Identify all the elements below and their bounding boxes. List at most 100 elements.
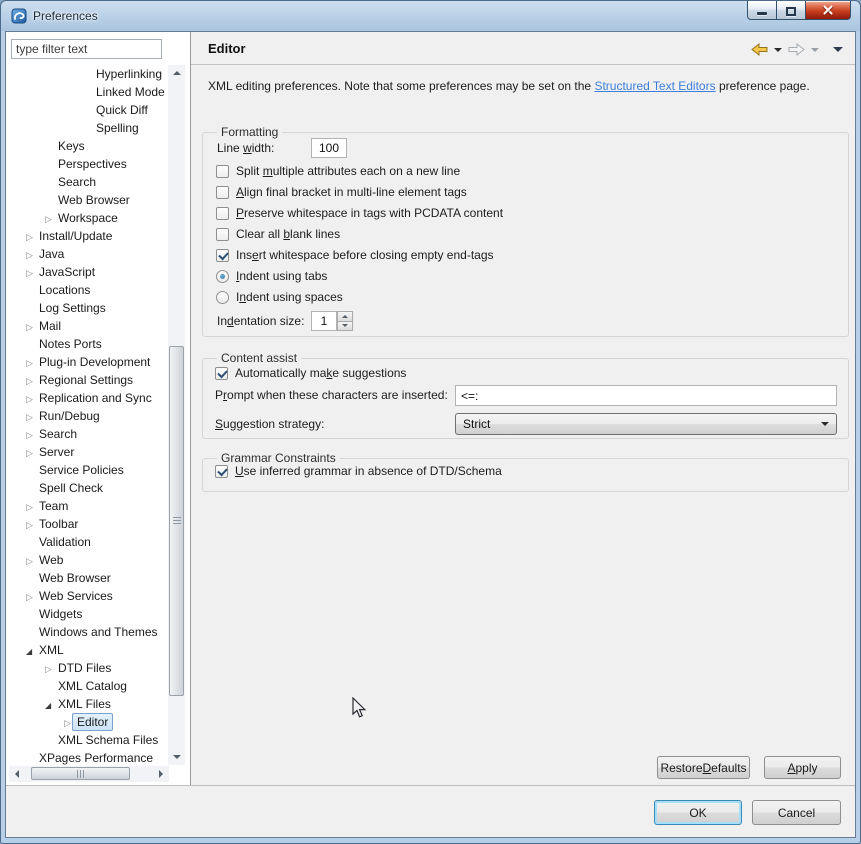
tree-item-install-update[interactable]: ▷Install/Update xyxy=(6,227,167,245)
collapsed-twistie-icon[interactable]: ▷ xyxy=(26,588,39,606)
align-bracket-checkbox[interactable] xyxy=(216,186,229,199)
indentation-size-stepper[interactable] xyxy=(337,311,353,331)
filter-input[interactable] xyxy=(11,39,162,59)
tree-item-validation[interactable]: Validation xyxy=(6,533,167,551)
indent-tabs-row[interactable]: Indent using tabs xyxy=(216,267,327,285)
scroll-down-button[interactable] xyxy=(168,749,185,765)
prompt-characters-input[interactable] xyxy=(455,385,837,406)
tree-item-regional-settings[interactable]: ▷Regional Settings xyxy=(6,371,167,389)
auto-suggest-row[interactable]: Automatically make suggestions xyxy=(215,364,406,382)
tree-item-xpages-performance[interactable]: XPages Performance xyxy=(6,749,167,765)
ok-button[interactable]: OK xyxy=(654,800,742,825)
tree-item-log-settings[interactable]: Log Settings xyxy=(6,299,167,317)
tree-item-java[interactable]: ▷Java xyxy=(6,245,167,263)
close-button[interactable] xyxy=(806,1,851,20)
tree-horizontal-scrollbar[interactable] xyxy=(9,766,169,782)
tree-item-spelling[interactable]: Spelling xyxy=(6,119,167,137)
scroll-up-button[interactable] xyxy=(168,65,185,81)
insert-whitespace-checkbox[interactable] xyxy=(216,249,229,262)
collapsed-twistie-icon[interactable]: ▷ xyxy=(26,552,39,570)
indent-tabs-radio[interactable] xyxy=(216,270,229,283)
structured-text-editors-link[interactable]: Structured Text Editors xyxy=(594,79,715,93)
clear-blank-lines-checkbox[interactable] xyxy=(216,228,229,241)
tree-item-search[interactable]: ▷Search xyxy=(6,425,167,443)
collapsed-twistie-icon[interactable]: ▷ xyxy=(26,246,39,264)
tree-item-windows-and-themes[interactable]: Windows and Themes xyxy=(6,623,167,641)
clear-blank-lines-row[interactable]: Clear all blank lines xyxy=(216,225,340,243)
tree-item-linked-mode[interactable]: Linked Mode xyxy=(6,83,167,101)
tree-item-hyperlinking[interactable]: Hyperlinking xyxy=(6,65,167,83)
collapsed-twistie-icon[interactable]: ▷ xyxy=(26,408,39,426)
tree-item-editor[interactable]: ▷Editor xyxy=(6,713,167,731)
collapsed-twistie-icon[interactable]: ▷ xyxy=(26,516,39,534)
tree-item-keys[interactable]: Keys xyxy=(6,137,167,155)
collapsed-twistie-icon[interactable]: ▷ xyxy=(26,228,39,246)
collapsed-twistie-icon[interactable]: ▷ xyxy=(26,390,39,408)
tree-item-mail[interactable]: ▷Mail xyxy=(6,317,167,335)
collapsed-twistie-icon[interactable]: ▷ xyxy=(26,318,39,336)
maximize-button[interactable] xyxy=(777,1,806,20)
cancel-button[interactable]: Cancel xyxy=(752,800,841,825)
tree-item-xml-catalog[interactable]: XML Catalog xyxy=(6,677,167,695)
collapsed-twistie-icon[interactable]: ▷ xyxy=(45,210,58,228)
spinner-down-button[interactable] xyxy=(337,322,353,332)
tree-item-quick-diff[interactable]: Quick Diff xyxy=(6,101,167,119)
tree-item-toolbar[interactable]: ▷Toolbar xyxy=(6,515,167,533)
forward-arrow-icon[interactable] xyxy=(788,43,805,56)
split-attributes-checkbox[interactable] xyxy=(216,165,229,178)
tree-item-replication-and-sync[interactable]: ▷Replication and Sync xyxy=(6,389,167,407)
tree-item-team[interactable]: ▷Team xyxy=(6,497,167,515)
horizontal-scroll-thumb[interactable] xyxy=(31,767,130,780)
vertical-scroll-thumb[interactable] xyxy=(169,346,184,696)
spinner-up-button[interactable] xyxy=(337,311,353,322)
tree-vertical-scrollbar[interactable] xyxy=(168,65,185,765)
collapsed-twistie-icon[interactable]: ▷ xyxy=(26,354,39,372)
restore-defaults-button[interactable]: Restore Defaults xyxy=(657,756,750,779)
collapsed-twistie-icon[interactable]: ▷ xyxy=(26,372,39,390)
preserve-whitespace-checkbox[interactable] xyxy=(216,207,229,220)
collapsed-twistie-icon[interactable]: ▷ xyxy=(26,498,39,516)
tree-item-xml[interactable]: ◢XML xyxy=(6,641,167,659)
scroll-right-button[interactable] xyxy=(153,766,169,782)
align-bracket-row[interactable]: Align final bracket in multi-line elemen… xyxy=(216,183,467,201)
tree-item-spell-check[interactable]: Spell Check xyxy=(6,479,167,497)
insert-whitespace-row[interactable]: Insert whitespace before closing empty e… xyxy=(216,246,494,264)
minimize-button[interactable] xyxy=(747,1,777,20)
collapsed-twistie-icon[interactable]: ▷ xyxy=(26,444,39,462)
back-history-dropdown-icon[interactable] xyxy=(774,48,782,52)
tree-item-search[interactable]: Search xyxy=(6,173,167,191)
inferred-grammar-row[interactable]: Use inferred grammar in absence of DTD/S… xyxy=(215,462,502,480)
inferred-grammar-checkbox[interactable] xyxy=(215,465,228,478)
back-arrow-icon[interactable] xyxy=(751,43,768,56)
tree-item-web-browser[interactable]: Web Browser xyxy=(6,569,167,587)
tree-item-workspace[interactable]: ▷Workspace xyxy=(6,209,167,227)
tree-item-web[interactable]: ▷Web xyxy=(6,551,167,569)
preserve-whitespace-row[interactable]: Preserve whitespace in tags with PCDATA … xyxy=(216,204,503,222)
view-menu-icon[interactable] xyxy=(833,47,843,52)
tree-item-notes-ports[interactable]: Notes Ports xyxy=(6,335,167,353)
line-width-input[interactable] xyxy=(311,138,347,158)
tree-item-xml-files[interactable]: ◢XML Files xyxy=(6,695,167,713)
collapsed-twistie-icon[interactable]: ▷ xyxy=(45,660,58,678)
tree-item-run-debug[interactable]: ▷Run/Debug xyxy=(6,407,167,425)
indentation-size-input[interactable] xyxy=(311,311,337,331)
indent-spaces-radio[interactable] xyxy=(216,291,229,304)
collapsed-twistie-icon[interactable]: ▷ xyxy=(26,426,39,444)
split-attributes-row[interactable]: Split multiple attributes each on a new … xyxy=(216,162,460,180)
tree-item-xml-schema-files[interactable]: XML Schema Files xyxy=(6,731,167,749)
forward-history-dropdown-icon[interactable] xyxy=(811,48,819,52)
tree-item-web-browser[interactable]: Web Browser xyxy=(6,191,167,209)
tree-item-dtd-files[interactable]: ▷DTD Files xyxy=(6,659,167,677)
tree-item-widgets[interactable]: Widgets xyxy=(6,605,167,623)
tree-item-javascript[interactable]: ▷JavaScript xyxy=(6,263,167,281)
tree-item-web-services[interactable]: ▷Web Services xyxy=(6,587,167,605)
expanded-twistie-icon[interactable]: ◢ xyxy=(45,697,58,715)
indent-spaces-row[interactable]: Indent using spaces xyxy=(216,288,343,306)
expanded-twistie-icon[interactable]: ◢ xyxy=(26,643,39,661)
tree-item-perspectives[interactable]: Perspectives xyxy=(6,155,167,173)
tree-item-plug-in-development[interactable]: ▷Plug-in Development xyxy=(6,353,167,371)
suggestion-strategy-select[interactable]: Strict xyxy=(455,413,837,435)
apply-button[interactable]: Apply xyxy=(764,756,841,779)
tree-item-server[interactable]: ▷Server xyxy=(6,443,167,461)
tree-item-locations[interactable]: Locations xyxy=(6,281,167,299)
